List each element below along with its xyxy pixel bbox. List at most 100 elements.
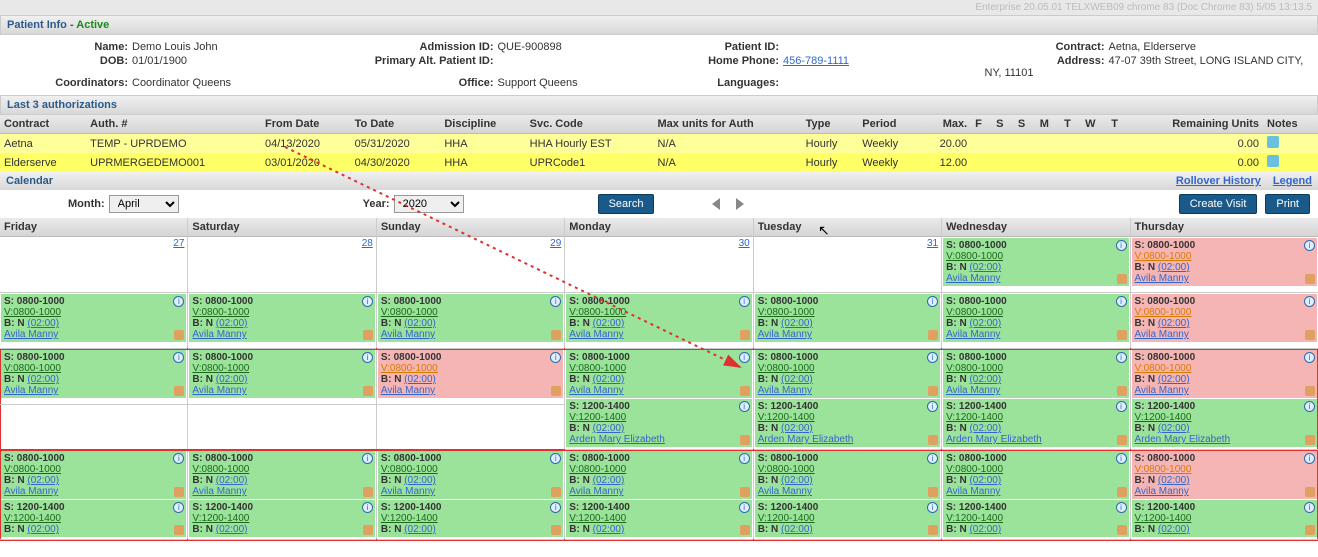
info-icon[interactable]: i [1116, 296, 1127, 307]
date-link[interactable]: 31 [927, 238, 938, 249]
visit-verified-link[interactable]: V:1200-1400 [192, 513, 371, 524]
calendar-cell[interactable]: 4S: 0800-1000V:0800-1000B: N (02:00)Avil… [188, 293, 375, 349]
next-arrow-icon[interactable] [736, 198, 744, 210]
calendar-cell[interactable]: 17S: 0800-1000V:0800-1000B: N (02:00)Avi… [0, 450, 187, 540]
tag-icon[interactable] [1305, 487, 1315, 497]
aide-link[interactable]: Avila Manny [1135, 273, 1189, 284]
auth-col-header[interactable]: Contract [0, 115, 86, 134]
auth-col-header[interactable]: From Date [261, 115, 351, 134]
visit-block[interactable]: S: 0800-1000V:0800-1000B: N (02:00)Avila… [1, 294, 186, 342]
visit-verified-link[interactable]: V:0800-1000 [1135, 307, 1314, 318]
visit-duration-link[interactable]: (02:00) [1158, 262, 1190, 273]
visit-block[interactable]: S: 0800-1000V:0800-1000B: N (02:00)Avila… [189, 451, 374, 499]
calendar-cell[interactable]: 12S: 0800-1000V:0800-1000B: N (02:00)Avi… [377, 349, 564, 405]
calendar-cell[interactable]: 8S: 0800-1000V:0800-1000B: N (02:00)Avil… [942, 293, 1129, 349]
info-icon[interactable]: i [362, 502, 373, 513]
visit-duration-link[interactable]: (02:00) [216, 318, 248, 329]
auth-col-header[interactable]: Svc. Code [526, 115, 654, 134]
aide-link[interactable]: Avila Manny [381, 486, 435, 497]
info-icon[interactable]: i [1116, 453, 1127, 464]
tag-icon[interactable] [551, 525, 561, 535]
visit-block[interactable]: S: 0800-1000V:0800-1000B: N (02:00)Avila… [943, 350, 1128, 398]
calendar-cell[interactable]: 11S: 0800-1000V:0800-1000B: N (02:00)Avi… [188, 349, 375, 405]
visit-duration-link[interactable]: (02:00) [216, 374, 248, 385]
calendar-cell[interactable]: 5S: 0800-1000V:0800-1000B: N (02:00)Avil… [377, 293, 564, 349]
visit-block[interactable]: S: 1200-1400V:1200-1400B: N (02:00)i [566, 500, 751, 537]
calendar-cell[interactable]: 10S: 0800-1000V:0800-1000B: N (02:00)Avi… [0, 349, 187, 405]
aide-link[interactable]: Avila Manny [4, 329, 58, 340]
visit-block[interactable]: S: 0800-1000V:0800-1000B: N (02:00)Avila… [755, 294, 940, 342]
visit-verified-link[interactable]: V:0800-1000 [758, 307, 937, 318]
info-icon[interactable]: i [1116, 240, 1127, 251]
info-icon[interactable]: i [1116, 502, 1127, 513]
note-icon[interactable] [1267, 155, 1279, 167]
visit-block[interactable]: S: 1200-1400V:1200-1400B: N (02:00)i [378, 500, 563, 537]
calendar-cell[interactable]: 6S: 0800-1000V:0800-1000B: N (02:00)Avil… [565, 293, 752, 349]
visit-verified-link[interactable]: V:0800-1000 [1135, 464, 1314, 475]
visit-verified-link[interactable]: V:0800-1000 [192, 307, 371, 318]
info-icon[interactable]: i [1116, 401, 1127, 412]
visit-verified-link[interactable]: V:0800-1000 [946, 307, 1125, 318]
visit-verified-link[interactable]: V:0800-1000 [381, 307, 560, 318]
date-link[interactable]: 27 [173, 238, 184, 249]
tag-icon[interactable] [1305, 386, 1315, 396]
visit-verified-link[interactable]: V:0800-1000 [569, 363, 748, 374]
tag-icon[interactable] [928, 330, 938, 340]
prev-arrow-icon[interactable] [712, 198, 720, 210]
visit-block[interactable]: S: 0800-1000V:0800-1000B: N (02:00)Avila… [1132, 294, 1317, 342]
calendar-cell[interactable]: 21S: 0800-1000V:0800-1000B: N (02:00)Avi… [754, 450, 941, 540]
tag-icon[interactable] [928, 435, 938, 445]
visit-verified-link[interactable]: V:0800-1000 [4, 363, 183, 374]
tag-icon[interactable] [551, 386, 561, 396]
visit-block[interactable]: S: 1200-1400V:1200-1400B: N (02:00)i [1132, 500, 1317, 537]
aide-link[interactable]: Avila Manny [946, 273, 1000, 284]
visit-duration-link[interactable]: (02:00) [593, 374, 625, 385]
calendar-cell[interactable]: 22S: 0800-1000V:0800-1000B: N (02:00)Avi… [942, 450, 1129, 540]
aide-link[interactable]: Avila Manny [192, 486, 246, 497]
info-icon[interactable]: i [1304, 401, 1315, 412]
tag-icon[interactable] [1305, 525, 1315, 535]
aide-link[interactable]: Avila Manny [569, 329, 623, 340]
visit-duration-link[interactable]: (02:00) [969, 262, 1001, 273]
visit-block[interactable]: S: 1200-1400V:1200-1400B: N (02:00)i [1, 500, 186, 537]
tag-icon[interactable] [1305, 330, 1315, 340]
visit-verified-link[interactable]: V:0800-1000 [381, 464, 560, 475]
tag-icon[interactable] [1117, 435, 1127, 445]
info-icon[interactable]: i [1304, 453, 1315, 464]
visit-block[interactable]: S: 0800-1000V:0800-1000B: N (02:00)Avila… [189, 350, 374, 398]
tag-icon[interactable] [740, 435, 750, 445]
visit-block[interactable]: S: 0800-1000V:0800-1000B: N (02:00)Avila… [378, 451, 563, 499]
aide-link[interactable]: Arden Mary Elizabeth [569, 434, 665, 445]
aide-link[interactable]: Avila Manny [758, 329, 812, 340]
tag-icon[interactable] [363, 386, 373, 396]
tag-icon[interactable] [928, 386, 938, 396]
visit-verified-link[interactable]: V:0800-1000 [1135, 363, 1314, 374]
auth-col-header[interactable]: T [1060, 115, 1081, 134]
tag-icon[interactable] [363, 487, 373, 497]
auth-col-header[interactable]: Remaining Units [1128, 115, 1263, 134]
visit-duration-link[interactable]: (02:00) [593, 475, 625, 486]
visit-block[interactable]: S: 0800-1000V:0800-1000B: N (02:00)Avila… [1132, 350, 1317, 398]
visit-verified-link[interactable]: V:0800-1000 [758, 363, 937, 374]
info-icon[interactable]: i [1304, 502, 1315, 513]
visit-duration-link[interactable]: (02:00) [1158, 423, 1190, 434]
info-icon[interactable]: i [739, 401, 750, 412]
visit-block[interactable]: S: 1200-1400V:1200-1400B: N (02:00)Arden… [566, 399, 751, 447]
visit-duration-link[interactable]: (02:00) [969, 475, 1001, 486]
aide-link[interactable]: Avila Manny [192, 385, 246, 396]
visit-duration-link[interactable]: (02:00) [1158, 524, 1190, 535]
visit-duration-link[interactable]: (02:00) [969, 524, 1001, 535]
aide-link[interactable]: Avila Manny [1135, 486, 1189, 497]
visit-block[interactable]: S: 0800-1000V:0800-1000B: N (02:00)Avila… [755, 350, 940, 398]
info-icon[interactable]: i [362, 352, 373, 363]
visit-duration-link[interactable]: (02:00) [1158, 475, 1190, 486]
aide-link[interactable]: Avila Manny [4, 385, 58, 396]
visit-duration-link[interactable]: (02:00) [593, 423, 625, 434]
tag-icon[interactable] [551, 487, 561, 497]
visit-block[interactable]: S: 0800-1000V:0800-1000B: N (02:00)Avila… [378, 350, 563, 398]
visit-duration-link[interactable]: (02:00) [593, 524, 625, 535]
aide-link[interactable]: Avila Manny [569, 486, 623, 497]
visit-verified-link[interactable]: V:0800-1000 [192, 363, 371, 374]
aide-link[interactable]: Avila Manny [946, 329, 1000, 340]
tag-icon[interactable] [928, 487, 938, 497]
